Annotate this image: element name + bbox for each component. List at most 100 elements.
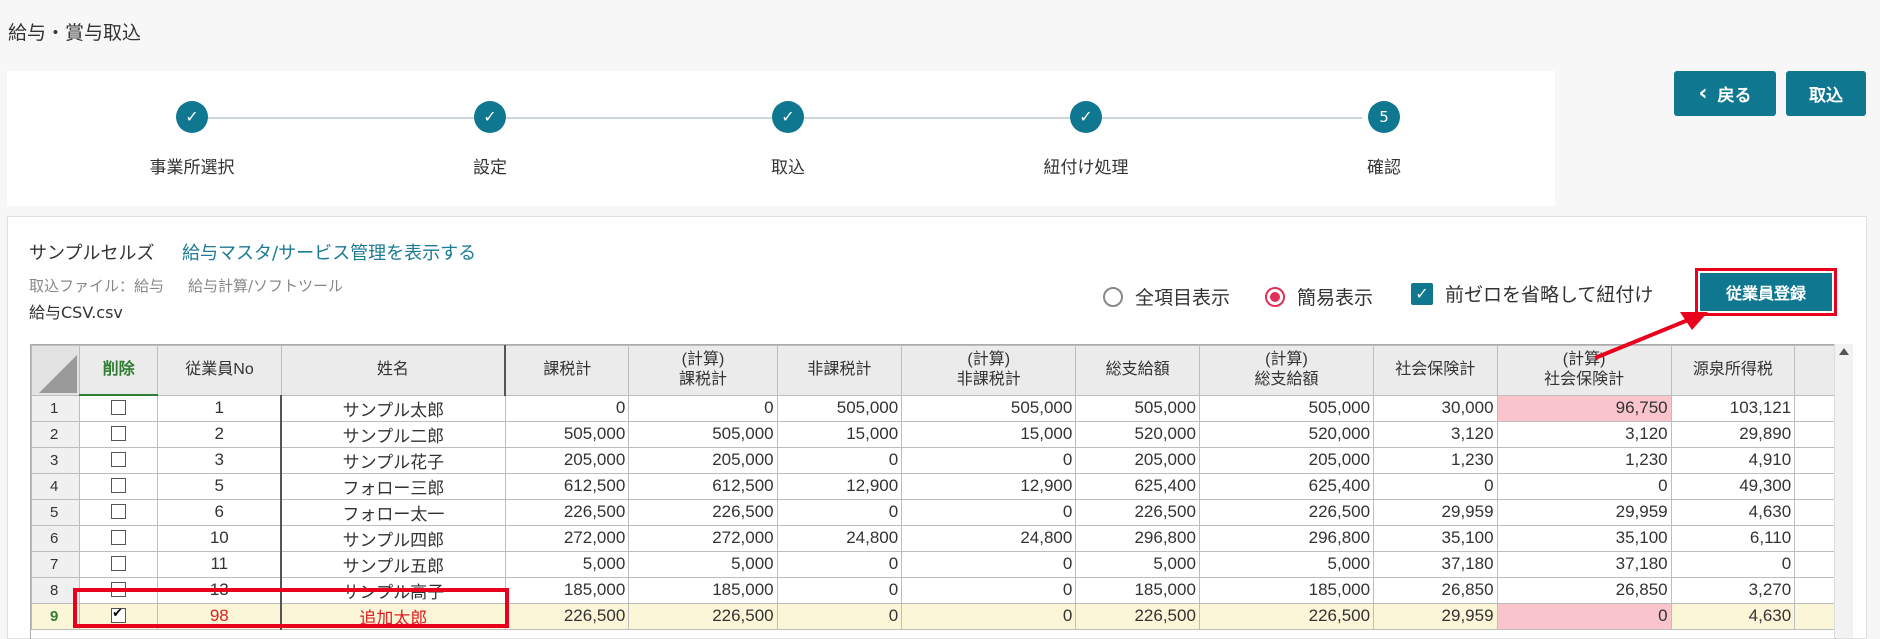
amount-cell[interactable]: 26,850 bbox=[1496, 576, 1672, 604]
amount-cell[interactable]: 505,000 bbox=[504, 420, 630, 448]
delete-checkbox[interactable] bbox=[111, 530, 127, 546]
table-row[interactable]: 6 10 サンプル四郎 272,000 272,000 24,800 24,800 296,8… bbox=[31, 524, 1835, 552]
amount-cell[interactable]: 226,500 bbox=[1198, 498, 1375, 526]
amount-cell[interactable]: 505,000 bbox=[901, 394, 1077, 422]
employee-name[interactable]: フォロー三郎 bbox=[280, 472, 506, 500]
delete-checkbox-cell[interactable] bbox=[78, 524, 159, 552]
import-button[interactable]: 取込 bbox=[1786, 71, 1866, 116]
back-button[interactable]: ‹ 戻る bbox=[1674, 71, 1776, 116]
amount-cell[interactable]: 24,800 bbox=[776, 524, 903, 552]
amount-cell[interactable]: 0 bbox=[1373, 472, 1498, 500]
amount-cell[interactable]: 5,000 bbox=[628, 550, 778, 578]
amount-cell[interactable]: 520,000 bbox=[1198, 420, 1375, 448]
scroll-up-icon[interactable] bbox=[1839, 348, 1849, 355]
amount-cell[interactable]: 0 bbox=[901, 498, 1077, 526]
amount-cell[interactable]: 4,630 bbox=[1670, 498, 1796, 526]
column-header[interactable]: 削除 bbox=[78, 345, 159, 396]
column-header[interactable]: 総支給額 bbox=[1075, 345, 1200, 396]
amount-cell[interactable]: 272,000 bbox=[628, 524, 778, 552]
column-header[interactable]: (計算) 課税計 bbox=[628, 345, 778, 396]
employee-no[interactable]: 5 bbox=[157, 472, 282, 500]
column-header[interactable]: 社会保険計 bbox=[1373, 345, 1498, 396]
amount-cell[interactable]: 505,000 bbox=[776, 394, 903, 422]
amount-cell[interactable]: 0 bbox=[628, 394, 778, 422]
delete-checkbox-cell[interactable] bbox=[78, 420, 159, 448]
amount-cell[interactable]: 205,000 bbox=[1075, 446, 1200, 474]
amount-cell[interactable]: 15,000 bbox=[776, 420, 903, 448]
amount-cell[interactable]: 226,500 bbox=[628, 602, 778, 630]
employee-no[interactable]: 1 bbox=[157, 394, 282, 422]
amount-cell[interactable]: 226,500 bbox=[504, 602, 630, 630]
delete-checkbox[interactable] bbox=[111, 556, 127, 572]
amount-cell[interactable]: 37,180 bbox=[1496, 550, 1672, 578]
amount-cell[interactable]: 4,910 bbox=[1670, 446, 1796, 474]
delete-checkbox[interactable] bbox=[111, 400, 127, 416]
amount-cell[interactable]: 35,100 bbox=[1496, 524, 1672, 552]
amount-cell[interactable]: 185,000 bbox=[1198, 576, 1375, 604]
amount-cell[interactable]: 12,900 bbox=[901, 472, 1077, 500]
delete-checkbox-cell[interactable] bbox=[78, 550, 159, 578]
delete-checkbox[interactable] bbox=[111, 426, 127, 442]
amount-cell[interactable]: 29,959 bbox=[1373, 602, 1498, 630]
column-header[interactable]: (計算) 社会保険計 bbox=[1496, 345, 1672, 396]
employee-no[interactable]: 2 bbox=[157, 420, 282, 448]
amount-cell[interactable]: 520,000 bbox=[1075, 420, 1200, 448]
amount-cell[interactable]: 272,000 bbox=[504, 524, 630, 552]
amount-cell[interactable]: 296,800 bbox=[1075, 524, 1200, 552]
employee-name[interactable]: フォロー太一 bbox=[280, 498, 506, 526]
amount-cell[interactable]: 296,800 bbox=[1198, 524, 1375, 552]
delete-checkbox[interactable] bbox=[111, 478, 127, 494]
amount-cell[interactable]: 4,630 bbox=[1670, 602, 1796, 630]
amount-cell[interactable]: 5,000 bbox=[504, 550, 630, 578]
delete-checkbox-cell[interactable] bbox=[78, 446, 159, 474]
amount-cell[interactable]: 226,500 bbox=[1075, 498, 1200, 526]
employee-no[interactable]: 11 bbox=[157, 550, 282, 578]
amount-cell[interactable]: 185,000 bbox=[628, 576, 778, 604]
amount-cell[interactable]: 0 bbox=[776, 602, 903, 630]
amount-cell[interactable]: 505,000 bbox=[628, 420, 778, 448]
table-row[interactable]: 4 5 フォロー三郎 612,500 612,500 12,900 12,900 625,40… bbox=[31, 472, 1835, 500]
amount-cell[interactable]: 625,400 bbox=[1075, 472, 1200, 500]
amount-cell[interactable]: 24,800 bbox=[901, 524, 1077, 552]
amount-cell[interactable]: 15,000 bbox=[901, 420, 1077, 448]
amount-cell[interactable]: 0 bbox=[901, 602, 1077, 630]
column-header[interactable]: (計算) 非課税計 bbox=[901, 345, 1077, 396]
employee-name[interactable]: サンプル五郎 bbox=[280, 550, 506, 578]
employee-no[interactable]: 3 bbox=[157, 446, 282, 474]
amount-cell[interactable]: 1,230 bbox=[1373, 446, 1498, 474]
table-row[interactable]: 7 11 サンプル五郎 5,000 5,000 0 0 5,000 5,000 37,180 37,… bbox=[31, 550, 1835, 578]
amount-cell[interactable]: 185,000 bbox=[504, 576, 630, 604]
amount-cell[interactable]: 0 bbox=[901, 576, 1077, 604]
employee-no[interactable]: 6 bbox=[157, 498, 282, 526]
amount-cell[interactable]: 0 bbox=[776, 550, 903, 578]
table-row[interactable]: 5 6 フォロー太一 226,500 226,500 0 0 226,500 226,500 29… bbox=[31, 498, 1835, 526]
amount-cell[interactable]: 6,110 bbox=[1670, 524, 1796, 552]
amount-cell[interactable]: 3,120 bbox=[1373, 420, 1498, 448]
amount-cell[interactable]: 0 bbox=[1496, 472, 1672, 500]
amount-cell[interactable]: 5,000 bbox=[1075, 550, 1200, 578]
employee-register-button[interactable]: 従業員登録 bbox=[1700, 273, 1832, 311]
amount-cell[interactable]: 0 bbox=[776, 446, 903, 474]
amount-cell[interactable]: 29,890 bbox=[1670, 420, 1796, 448]
amount-cell[interactable]: 505,000 bbox=[1075, 394, 1200, 422]
delete-checkbox[interactable] bbox=[111, 452, 127, 468]
amount-cell[interactable]: 226,500 bbox=[1198, 602, 1375, 630]
column-header[interactable]: 姓名 bbox=[280, 345, 506, 396]
column-header[interactable]: 従業員No bbox=[157, 345, 282, 396]
amount-cell[interactable]: 35,100 bbox=[1373, 524, 1498, 552]
amount-cell[interactable]: 505,000 bbox=[1198, 394, 1375, 422]
amount-cell[interactable]: 612,500 bbox=[504, 472, 630, 500]
amount-cell[interactable]: 0 bbox=[1670, 550, 1796, 578]
amount-cell[interactable]: 612,500 bbox=[628, 472, 778, 500]
amount-cell[interactable]: 29,959 bbox=[1373, 498, 1498, 526]
column-header[interactable]: 源泉所得税 bbox=[1670, 345, 1796, 396]
amount-cell[interactable]: 29,959 bbox=[1496, 498, 1672, 526]
amount-cell[interactable]: 226,500 bbox=[504, 498, 630, 526]
amount-cell[interactable]: 205,000 bbox=[1198, 446, 1375, 474]
amount-cell[interactable]: 49,300 bbox=[1670, 472, 1796, 500]
amount-cell[interactable]: 0 bbox=[901, 446, 1077, 474]
radio-all-items[interactable]: 全項目表示 bbox=[1103, 283, 1230, 310]
amount-cell[interactable]: 0 bbox=[504, 394, 630, 422]
amount-cell[interactable]: 185,000 bbox=[1075, 576, 1200, 604]
column-header[interactable]: (計算) 総支給額 bbox=[1198, 345, 1375, 396]
